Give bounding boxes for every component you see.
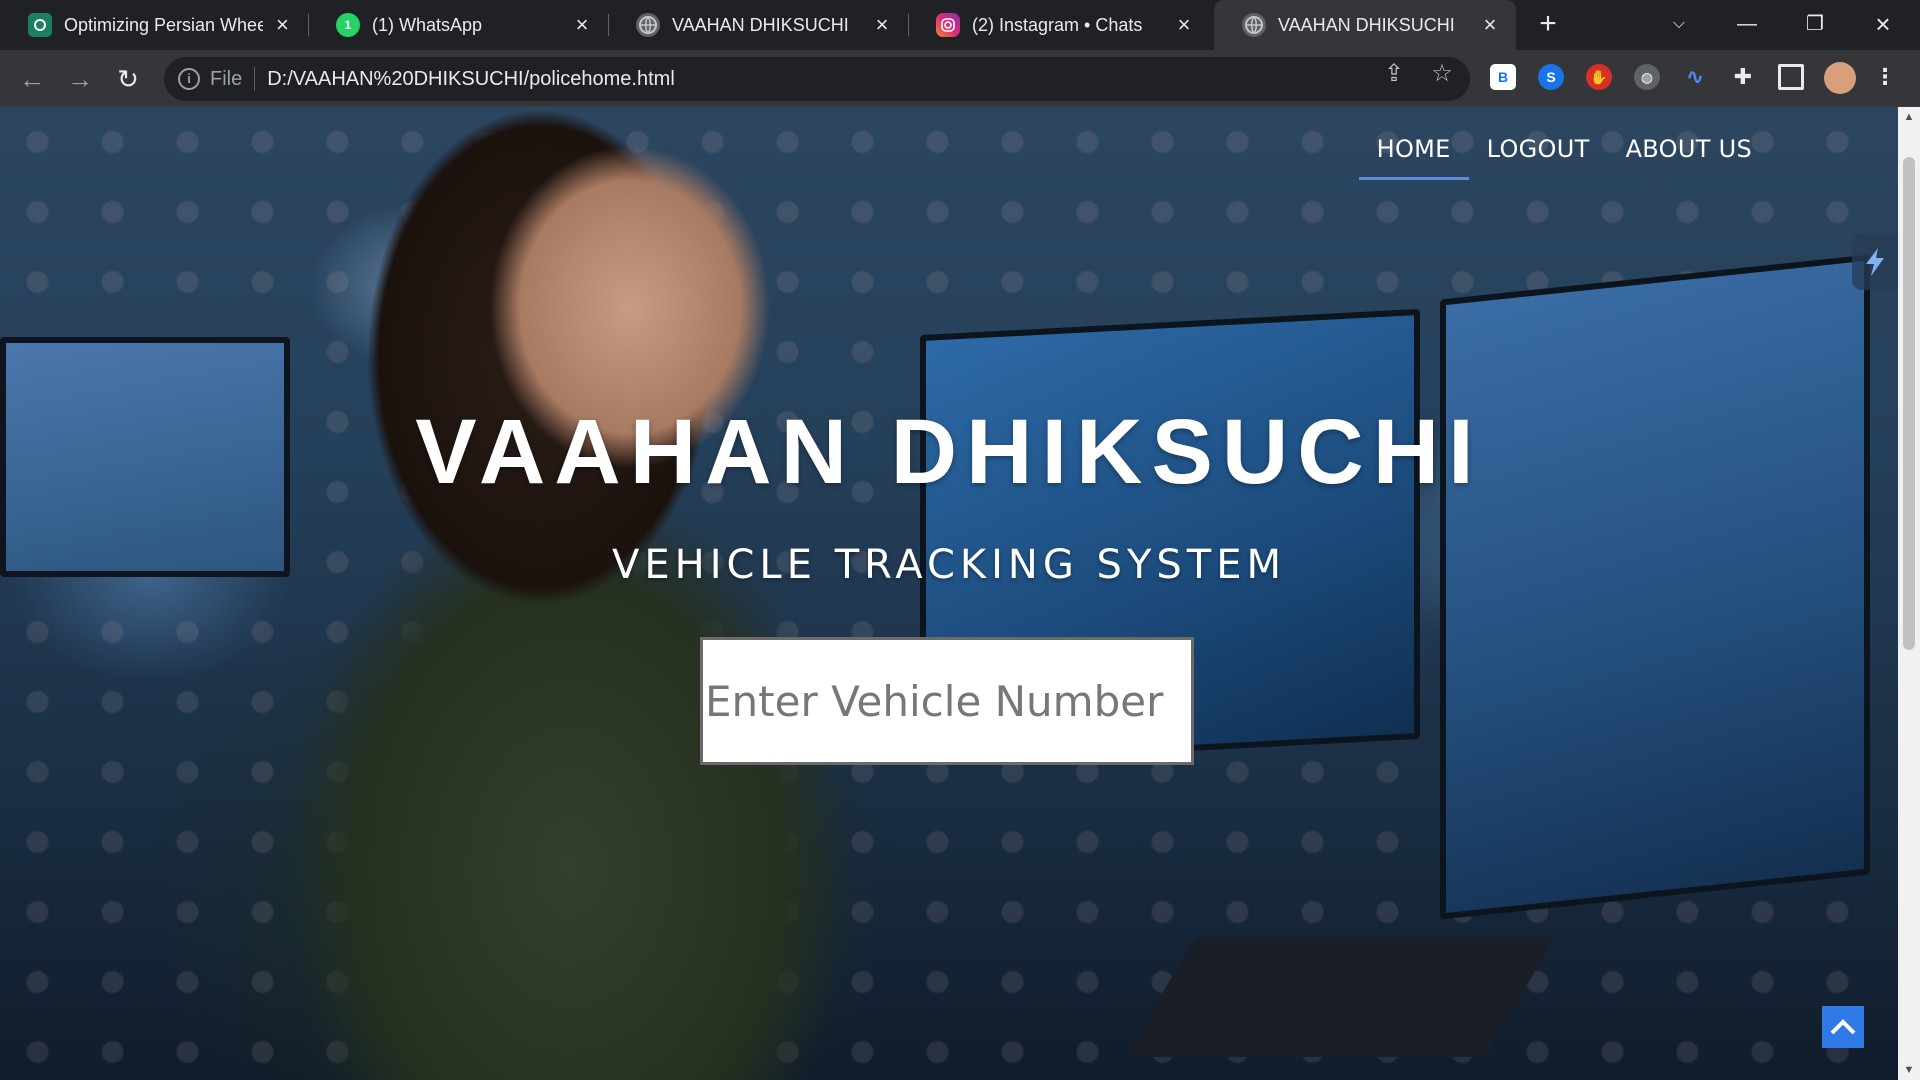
minimize-button[interactable]: —: [1727, 8, 1767, 40]
browser-toolbar: ← → ↻ i File D:/VAAHAN%20DHIKSUCHI/polic…: [0, 50, 1920, 107]
tab-search-icon[interactable]: ⌵: [1659, 8, 1699, 40]
close-tab-icon[interactable]: ×: [1478, 13, 1502, 37]
globe-icon: [636, 13, 660, 37]
globe-icon: [1242, 13, 1266, 37]
extension-hand-icon[interactable]: ✋: [1586, 64, 1612, 90]
nav-about-link[interactable]: ABOUT US: [1608, 127, 1770, 180]
browser-tab[interactable]: VAAHAN DHIKSUCHI ×: [608, 0, 908, 50]
address-bar[interactable]: i File D:/VAAHAN%20DHIKSUCHI/policehome.…: [164, 57, 1470, 101]
close-window-button[interactable]: ×: [1863, 8, 1903, 40]
whatsapp-icon: 1: [336, 13, 360, 37]
vehicle-number-input[interactable]: [700, 637, 1194, 765]
scroll-up-arrow-icon[interactable]: ▲: [1898, 107, 1920, 127]
restore-button[interactable]: ❐: [1795, 8, 1835, 40]
close-tab-icon[interactable]: ×: [870, 13, 894, 37]
page-title: VAAHAN DHIKSUCHI: [415, 401, 1483, 503]
chevron-up-icon: [1830, 1019, 1856, 1035]
page-subtitle: VEHICLE TRACKING SYSTEM: [611, 542, 1286, 588]
browser-tab[interactable]: (2) Instagram • Chats ×: [908, 0, 1210, 50]
share-icon[interactable]: ⇪: [1380, 60, 1408, 88]
side-extension-widget[interactable]: [1852, 234, 1898, 290]
background-keyboard: [1125, 937, 1555, 1057]
new-tab-button[interactable]: +: [1533, 9, 1563, 40]
info-icon[interactable]: i: [178, 68, 200, 90]
tab-title: VAAHAN DHIKSUCHI: [1278, 14, 1455, 35]
url-text[interactable]: D:/VAAHAN%20DHIKSUCHI/policehome.html: [267, 68, 675, 91]
close-tab-icon[interactable]: ×: [271, 13, 294, 37]
close-tab-icon[interactable]: ×: [570, 13, 594, 37]
scrollbar-thumb[interactable]: [1903, 157, 1915, 650]
background-operator-figure: [210, 107, 910, 1080]
browser-tab-active[interactable]: VAAHAN DHIKSUCHI ×: [1214, 0, 1516, 50]
bookmark-star-icon[interactable]: ☆: [1428, 60, 1456, 88]
instagram-icon: [936, 13, 960, 37]
extension-shazam-icon[interactable]: S: [1538, 64, 1564, 90]
extension-wave-icon[interactable]: ∿: [1682, 64, 1708, 90]
reload-button[interactable]: ↻: [112, 63, 144, 95]
top-navigation: HOME LOGOUT ABOUT US: [1358, 127, 1770, 180]
browser-tab[interactable]: 1 (1) WhatsApp ×: [308, 0, 608, 50]
tab-title: VAAHAN DHIKSUCHI: [672, 14, 849, 35]
tab-title: Optimizing Persian Wheel: [64, 14, 263, 35]
scroll-down-arrow-icon[interactable]: ▼: [1898, 1060, 1920, 1080]
tab-title: (1) WhatsApp: [372, 14, 483, 35]
scheme-label: File: [210, 67, 243, 90]
extensions-puzzle-icon[interactable]: ✚: [1730, 64, 1756, 90]
address-separator: [254, 67, 256, 91]
forward-button[interactable]: →: [64, 63, 96, 95]
tab-title: (2) Instagram • Chats: [972, 14, 1143, 35]
profile-avatar[interactable]: [1824, 62, 1856, 94]
extension-b-icon[interactable]: B: [1490, 64, 1516, 90]
page-viewport: HOME LOGOUT ABOUT US VAAHAN DHIKSUCHI VE…: [0, 107, 1898, 1080]
whatsapp-badge: 1: [344, 18, 352, 32]
nav-logout-link[interactable]: LOGOUT: [1469, 127, 1608, 180]
close-tab-icon[interactable]: ×: [1172, 13, 1196, 37]
lightning-icon: [1866, 248, 1884, 276]
nav-home-link[interactable]: HOME: [1358, 127, 1469, 180]
back-to-top-button[interactable]: [1822, 1006, 1864, 1048]
side-panel-icon[interactable]: [1778, 64, 1804, 90]
menu-kebab-icon[interactable]: ⋮: [1872, 64, 1898, 90]
back-button[interactable]: ←: [16, 63, 48, 95]
browser-tab[interactable]: Optimizing Persian Wheel ×: [0, 0, 308, 50]
tab-strip: Optimizing Persian Wheel × 1 (1) WhatsAp…: [0, 0, 1920, 50]
chatgpt-icon: [28, 13, 52, 37]
page-scrollbar[interactable]: ▲ ▼: [1898, 107, 1920, 1080]
extension-globe-icon[interactable]: ◍: [1634, 64, 1660, 90]
